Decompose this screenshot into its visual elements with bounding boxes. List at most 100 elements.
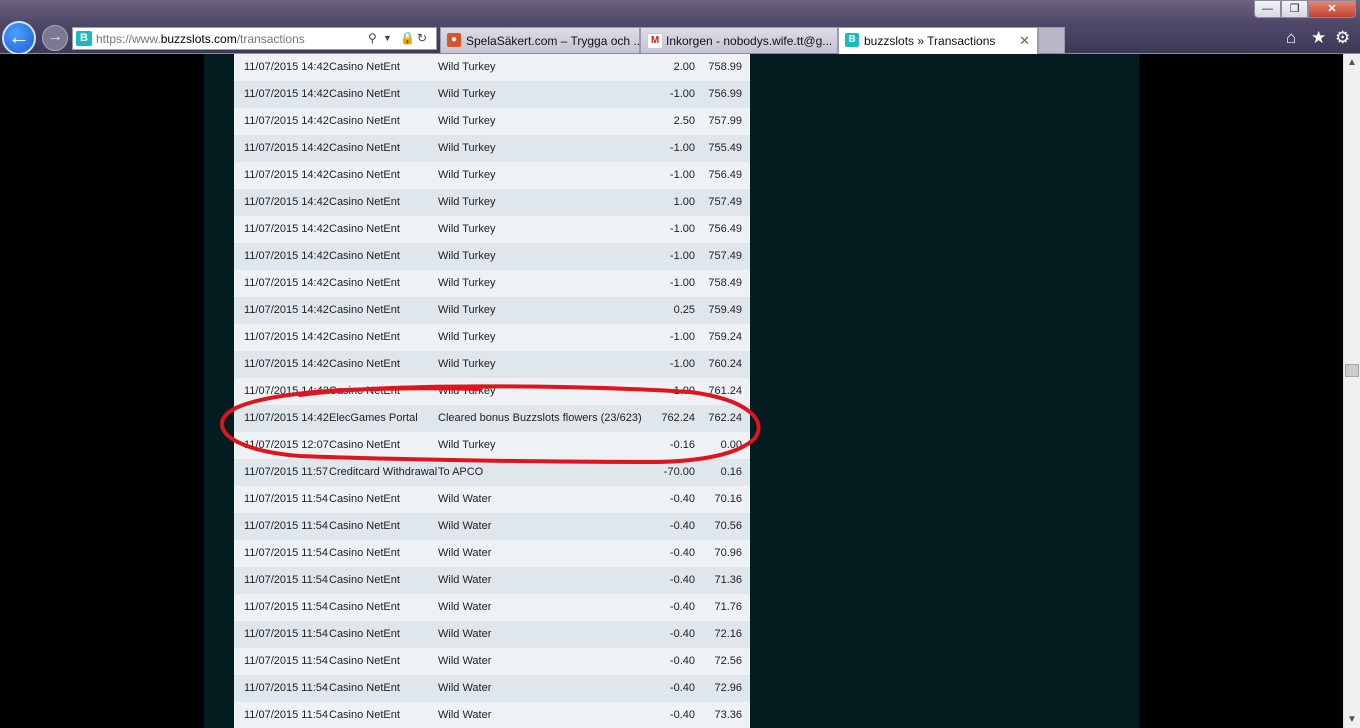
- transaction-description: Wild Turkey: [438, 439, 496, 451]
- transaction-description: Wild Water: [438, 601, 492, 613]
- table-row: 11/07/2015 14:42 Casino NetEnt Wild Turkey…: [234, 135, 750, 162]
- forward-button[interactable]: →: [42, 25, 68, 51]
- transaction-description: Wild Turkey: [438, 169, 496, 181]
- transaction-description: Wild Turkey: [438, 304, 496, 316]
- table-row: 11/07/2015 14:42 Casino NetEnt Wild Turkey…: [234, 162, 750, 189]
- transaction-amount: -0.40: [669, 520, 695, 532]
- lock-icon[interactable]: 🔒: [400, 31, 415, 45]
- transaction-balance: 757.49: [708, 250, 742, 262]
- transaction-date: 11/07/2015 14:42: [244, 223, 329, 235]
- transaction-amount: 2.00: [673, 61, 695, 73]
- transactions-table: 11/07/2015 14:42 Casino NetEnt Wild Turkey…: [234, 54, 750, 728]
- url-path: /transactions: [236, 32, 305, 46]
- transaction-type: Casino NetEnt: [329, 277, 400, 289]
- transaction-balance: 756.49: [708, 169, 742, 181]
- transaction-balance: 72.56: [714, 655, 742, 667]
- transaction-type: Casino NetEnt: [329, 61, 400, 73]
- url-text[interactable]: https://www.buzzslots.com/transactions: [96, 32, 305, 46]
- home-icon[interactable]: ⌂: [1286, 28, 1296, 48]
- transaction-type: Casino NetEnt: [329, 331, 400, 343]
- table-row: 11/07/2015 11:54 Casino NetEnt Wild Water -…: [234, 540, 750, 567]
- transaction-type: Casino NetEnt: [329, 601, 400, 613]
- transaction-balance: 72.16: [714, 628, 742, 640]
- transaction-type: Casino NetEnt: [329, 385, 400, 397]
- transaction-balance: 756.49: [708, 223, 742, 235]
- table-row: 11/07/2015 14:42 Casino NetEnt Wild Turkey…: [234, 297, 750, 324]
- url-domain: buzzslots.com: [160, 32, 237, 46]
- scroll-down-arrow-icon[interactable]: ▼: [1344, 711, 1360, 728]
- tab-inkorgen[interactable]: M Inkorgen - nobodys.wife.tt@g...: [640, 27, 838, 53]
- transaction-description: Wild Water: [438, 628, 492, 640]
- transaction-balance: 755.49: [708, 142, 742, 154]
- transaction-balance: 71.76: [714, 601, 742, 613]
- maximize-button[interactable]: ❐: [1281, 0, 1308, 18]
- transaction-amount: -1.00: [669, 88, 695, 100]
- arrow-right-icon: →: [47, 28, 63, 45]
- transaction-date: 11/07/2015 14:42: [244, 277, 329, 289]
- address-bar[interactable]: B https://www.buzzslots.com/transactions…: [72, 27, 437, 50]
- transaction-amount: -0.40: [669, 601, 695, 613]
- table-row: 11/07/2015 14:42 ElecGames Portal Cleared …: [234, 405, 750, 432]
- dropdown-arrow-icon[interactable]: ▼: [383, 33, 392, 43]
- back-button[interactable]: ←: [2, 21, 36, 55]
- transaction-description: Cleared bonus Buzzslots flowers (23/623): [438, 412, 642, 424]
- transaction-amount: -1.00: [669, 277, 695, 289]
- vertical-scrollbar[interactable]: ▲ ▼: [1343, 54, 1360, 728]
- transaction-balance: 73.36: [714, 709, 742, 721]
- transaction-amount: -0.40: [669, 493, 695, 505]
- transaction-balance: 71.36: [714, 574, 742, 586]
- transaction-balance: 759.49: [708, 304, 742, 316]
- transaction-description: Wild Turkey: [438, 115, 496, 127]
- transaction-type: Casino NetEnt: [329, 304, 400, 316]
- transaction-description: Wild Turkey: [438, 142, 496, 154]
- transaction-type: Casino NetEnt: [329, 709, 400, 721]
- favorites-star-icon[interactable]: ★: [1311, 28, 1326, 48]
- table-row: 11/07/2015 14:42 Casino NetEnt Wild Turkey…: [234, 324, 750, 351]
- transaction-amount: -1.00: [669, 142, 695, 154]
- tab-label: buzzslots » Transactions: [864, 34, 996, 48]
- transaction-balance: 757.49: [708, 196, 742, 208]
- table-row: 11/07/2015 11:54 Casino NetEnt Wild Water -…: [234, 567, 750, 594]
- tab-label: Inkorgen - nobodys.wife.tt@g...: [666, 34, 833, 48]
- transaction-description: Wild Turkey: [438, 331, 496, 343]
- transaction-type: Casino NetEnt: [329, 628, 400, 640]
- transaction-amount: -0.40: [669, 574, 695, 586]
- transaction-description: Wild Turkey: [438, 250, 496, 262]
- transaction-balance: 756.99: [708, 88, 742, 100]
- transaction-amount: 762.24: [661, 412, 695, 424]
- table-row: 11/07/2015 11:54 Casino NetEnt Wild Water -…: [234, 513, 750, 540]
- transaction-description: Wild Water: [438, 493, 492, 505]
- table-row: 11/07/2015 14:42 Casino NetEnt Wild Turkey…: [234, 189, 750, 216]
- transaction-description: Wild Water: [438, 520, 492, 532]
- close-tab-icon[interactable]: ✕: [1019, 33, 1030, 49]
- scroll-thumb[interactable]: [1345, 364, 1359, 377]
- table-row: 11/07/2015 11:54 Casino NetEnt Wild Water -…: [234, 594, 750, 621]
- transaction-type: Casino NetEnt: [329, 115, 400, 127]
- minimize-button[interactable]: —: [1254, 0, 1281, 18]
- transaction-date: 11/07/2015 14:42: [244, 196, 329, 208]
- transaction-type: Creditcard Withdrawal: [329, 466, 438, 478]
- table-row: 11/07/2015 11:57 Creditcard Withdrawal To …: [234, 459, 750, 486]
- arrow-left-icon: ←: [8, 24, 30, 49]
- url-prefix: https://www.: [96, 32, 161, 46]
- tab-spelasakert[interactable]: ● SpelaSäkert.com – Trygga och ...: [440, 27, 640, 53]
- transaction-amount: -0.40: [669, 547, 695, 559]
- close-window-button[interactable]: ✕: [1308, 0, 1356, 18]
- transaction-date: 11/07/2015 14:42: [244, 385, 329, 397]
- transaction-date: 11/07/2015 11:54: [244, 709, 329, 721]
- new-tab-button[interactable]: [1038, 27, 1065, 53]
- transaction-description: Wild Water: [438, 655, 492, 667]
- transaction-amount: 1.00: [673, 196, 695, 208]
- transaction-amount: 2.50: [673, 115, 695, 127]
- tab-buzzslots-transactions[interactable]: B buzzslots » Transactions ✕: [838, 27, 1038, 54]
- refresh-icon[interactable]: ↻: [417, 31, 427, 45]
- transaction-amount: -1.00: [669, 358, 695, 370]
- transaction-type: Casino NetEnt: [329, 358, 400, 370]
- transaction-description: To APCO: [438, 466, 484, 478]
- search-icon[interactable]: ⚲: [368, 31, 377, 45]
- transaction-type: Casino NetEnt: [329, 250, 400, 262]
- transaction-balance: 0.00: [720, 439, 742, 451]
- site-favicon-icon: B: [76, 31, 92, 46]
- scroll-up-arrow-icon[interactable]: ▲: [1344, 54, 1360, 71]
- settings-gear-icon[interactable]: ⚙: [1335, 28, 1350, 48]
